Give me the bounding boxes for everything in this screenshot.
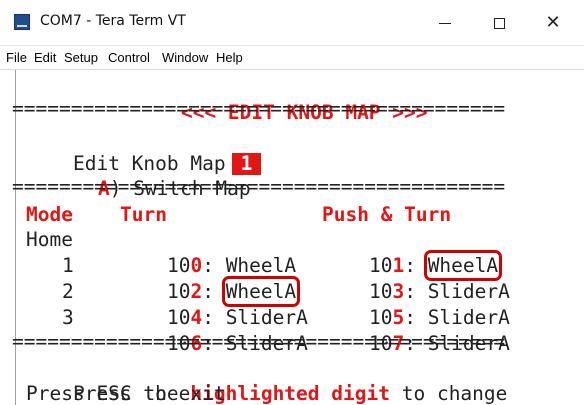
push-entry: 101: WheelA: [368, 250, 503, 281]
close-button[interactable]: ✕: [530, 0, 576, 46]
switch-map-option: A) Switch Map: [51, 150, 251, 200]
terminal-screen[interactable]: <<< EDIT KNOB MAP >>> ==================…: [12, 70, 584, 405]
push-entry: 105: SliderA: [368, 306, 510, 329]
close-icon: ✕: [545, 12, 561, 33]
minimize-button[interactable]: [422, 0, 468, 46]
minimize-icon: [439, 22, 451, 24]
column-header-turn: Turn: [120, 203, 167, 226]
turn-entry: 106: SliderA: [166, 332, 308, 355]
menu-help[interactable]: Help: [216, 50, 243, 65]
window-title: COM7 - Tera Term VT: [40, 13, 186, 29]
column-header-push-turn: Push & Turn: [322, 203, 452, 226]
push-entry: 107: SliderA: [368, 332, 510, 355]
separator-top: ========================================…: [12, 97, 506, 120]
push-entry: 103: SliderA: [368, 280, 510, 303]
column-header-mode: Mode: [26, 203, 73, 226]
table-row-mode: 3: [62, 306, 74, 329]
edit-line: Edit Knob Map 1: [26, 125, 262, 175]
table-row-mode: 2: [62, 280, 74, 303]
menu-control[interactable]: Control: [108, 50, 150, 65]
footer-exit: Press ESC to exit: [26, 382, 226, 405]
teraterm-app-icon[interactable]: [14, 14, 30, 30]
turn-entry: 100: WheelA: [166, 254, 297, 277]
menu-bar: File Edit Setup Control Window Help: [0, 46, 584, 70]
maximize-icon: [493, 17, 505, 29]
maximize-button[interactable]: [476, 0, 522, 46]
footer-instruction: Press the highlighted digit to change: [26, 355, 507, 405]
separator-mid: ========================================…: [12, 175, 506, 198]
title-bar: COM7 - Tera Term VT ✕: [0, 0, 584, 46]
menu-file[interactable]: File: [6, 50, 27, 65]
table-row-mode: 1: [62, 254, 74, 277]
footer-change-text: to change: [401, 382, 508, 405]
turn-entry: 104: SliderA: [166, 306, 308, 329]
table-row-mode: Home: [26, 228, 73, 251]
menu-window[interactable]: Window: [162, 50, 208, 65]
turn-entry: 102: WheelA: [166, 276, 301, 307]
menu-setup[interactable]: Setup: [64, 50, 98, 65]
separator-bottom: ========================================…: [12, 330, 506, 353]
menu-edit[interactable]: Edit: [34, 50, 56, 65]
